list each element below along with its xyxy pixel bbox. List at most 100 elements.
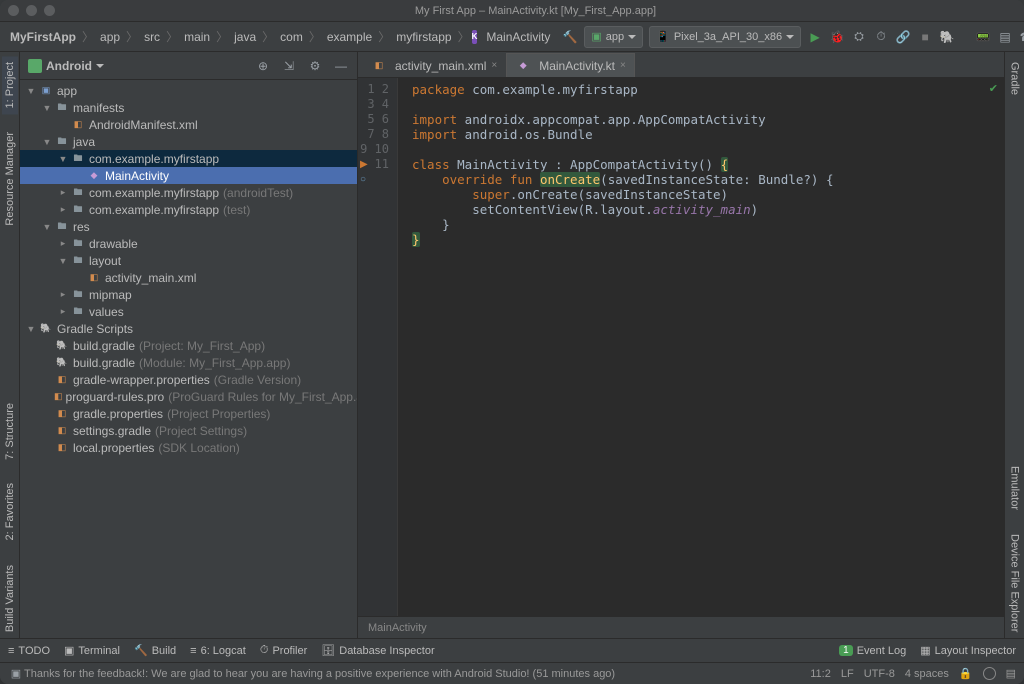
project-view-selector[interactable]: Android bbox=[28, 59, 104, 73]
tree-build-gradle-module[interactable]: 🐘build.gradle(Module: My_First_App.app) bbox=[20, 354, 357, 371]
readonly-icon[interactable]: 🔒 bbox=[959, 667, 973, 680]
attach-icon[interactable]: 🔗 bbox=[895, 29, 911, 45]
tree-manifests[interactable]: ▼🖿manifests bbox=[20, 99, 357, 116]
tree-mainactivity[interactable]: ◆MainActivity bbox=[20, 167, 357, 184]
left-tab-structure[interactable]: 7: Structure bbox=[2, 397, 18, 466]
tree-res[interactable]: ▼🖿res bbox=[20, 218, 357, 235]
crumb-src[interactable]: src bbox=[140, 30, 164, 44]
tool-layout-inspector[interactable]: ▦ Layout Inspector bbox=[920, 644, 1016, 657]
run-config-combo[interactable]: ▣app bbox=[584, 26, 643, 48]
right-tab-gradle[interactable]: Gradle bbox=[1007, 56, 1023, 101]
crumb-project[interactable]: MyFirstApp bbox=[6, 30, 80, 44]
close-icon[interactable]: × bbox=[620, 60, 626, 71]
tree-gradle-properties[interactable]: ◧gradle.properties(Project Properties) bbox=[20, 405, 357, 422]
right-tab-device-explorer[interactable]: Device File Explorer bbox=[1007, 528, 1023, 638]
left-tab-favorites[interactable]: 2: Favorites bbox=[2, 477, 18, 546]
tab-activity-main-xml[interactable]: ◧activity_main.xml× bbox=[362, 53, 506, 77]
tree-proguard[interactable]: ◧proguard-rules.pro(ProGuard Rules for M… bbox=[20, 388, 357, 405]
code-content[interactable]: package com.example.myfirstapp import an… bbox=[398, 78, 1004, 616]
tool-eventlog[interactable]: 1 Event Log bbox=[839, 645, 906, 657]
bottom-toolbar: ≡ TODO ▣ Terminal 🔨 Build ≡ 6: Logcat ⏱ … bbox=[0, 638, 1024, 662]
tree-pkg-androidtest[interactable]: ▸🖿com.example.myfirstapp(androidTest) bbox=[20, 184, 357, 201]
editor-breadcrumb[interactable]: MainActivity bbox=[358, 616, 1004, 638]
crumb-java[interactable]: java bbox=[230, 30, 260, 44]
sdk-icon[interactable]: ▤ bbox=[997, 29, 1013, 45]
project-tree[interactable]: ▼▣app ▼🖿manifests ◧AndroidManifest.xml ▼… bbox=[20, 80, 357, 638]
caret-position[interactable]: 11:2 bbox=[810, 668, 831, 680]
tool-database[interactable]: 🗄 Database Inspector bbox=[321, 644, 434, 657]
gutter-run-icons[interactable]: ▶ ○ bbox=[360, 82, 368, 187]
tree-activity-main-xml[interactable]: ◧activity_main.xml bbox=[20, 269, 357, 286]
min-dot[interactable] bbox=[26, 5, 37, 16]
collapse-icon[interactable]: ⇲ bbox=[281, 58, 297, 74]
left-tab-project[interactable]: 1: Project bbox=[2, 56, 18, 114]
device-icon[interactable]: ☎ bbox=[1019, 29, 1024, 45]
tree-pkg-main[interactable]: ▼🖿com.example.myfirstapp bbox=[20, 150, 357, 167]
device-combo-label: Pixel_3a_API_30_x86 bbox=[674, 31, 782, 43]
tree-local-properties[interactable]: ◧local.properties(SDK Location) bbox=[20, 439, 357, 456]
tool-todo[interactable]: ≡ TODO bbox=[8, 645, 50, 657]
tab-mainactivity-kt[interactable]: ◆MainActivity.kt× bbox=[506, 53, 635, 77]
left-tab-resmgr[interactable]: Resource Manager bbox=[2, 126, 18, 232]
tree-mipmap[interactable]: ▸🖿mipmap bbox=[20, 286, 357, 303]
tree-gradle-scripts[interactable]: ▼🐘Gradle Scripts bbox=[20, 320, 357, 337]
indent[interactable]: 4 spaces bbox=[905, 668, 949, 680]
left-tab-buildvar[interactable]: Build Variants bbox=[2, 559, 18, 638]
run-config-label: app bbox=[606, 31, 624, 43]
gear-icon[interactable]: ⚙ bbox=[307, 58, 323, 74]
tree-app[interactable]: ▼▣app bbox=[20, 82, 357, 99]
tree-drawable[interactable]: ▸🖿drawable bbox=[20, 235, 357, 252]
tree-java[interactable]: ▼🖿java bbox=[20, 133, 357, 150]
line-sep[interactable]: LF bbox=[841, 668, 854, 680]
tree-settings-gradle[interactable]: ◧settings.gradle(Project Settings) bbox=[20, 422, 357, 439]
nav-toolbar: MyFirstApp〉 app〉 src〉 main〉 java〉 com〉 e… bbox=[0, 22, 1024, 52]
encoding[interactable]: UTF-8 bbox=[864, 668, 895, 680]
window-title: My First App – MainActivity.kt [My_First… bbox=[55, 5, 1016, 17]
crumb-main[interactable]: main bbox=[180, 30, 214, 44]
tool-profiler[interactable]: ⏱ Profiler bbox=[260, 644, 307, 657]
locate-icon[interactable]: ⊕ bbox=[255, 58, 271, 74]
project-panel: Android ⊕ ⇲ ⚙ — ▼▣app ▼🖿manifests ◧Andro… bbox=[20, 52, 358, 638]
hammer-icon[interactable]: 🔨 bbox=[562, 29, 578, 45]
close-icon[interactable]: × bbox=[491, 60, 497, 71]
right-tab-emulator[interactable]: Emulator bbox=[1007, 460, 1023, 516]
crumb-app[interactable]: app bbox=[96, 30, 124, 44]
device-combo[interactable]: 📱Pixel_3a_API_30_x86 bbox=[649, 26, 801, 48]
right-tool-strip: Gradle Emulator Device File Explorer bbox=[1004, 52, 1024, 638]
tree-gradle-wrapper[interactable]: ◧gradle-wrapper.properties(Gradle Versio… bbox=[20, 371, 357, 388]
avd-icon[interactable]: 📟 bbox=[975, 29, 991, 45]
tree-androidmanifest[interactable]: ◧AndroidManifest.xml bbox=[20, 116, 357, 133]
status-tool-icon[interactable]: ▣ bbox=[8, 666, 24, 682]
coverage-icon[interactable]: ⛭ bbox=[851, 29, 867, 45]
profile-icon[interactable]: ⏱ bbox=[873, 29, 889, 45]
debug-icon[interactable]: 🐞 bbox=[829, 29, 845, 45]
status-bar: ▣ Thanks for the feedback!: We are glad … bbox=[0, 662, 1024, 684]
tasks-icon[interactable]: ▤ bbox=[1006, 667, 1016, 680]
crumb-example[interactable]: example bbox=[323, 30, 376, 44]
project-view-label: Android bbox=[46, 59, 92, 73]
crumb-pkg[interactable]: myfirstapp bbox=[392, 30, 455, 44]
stop-icon[interactable]: ■ bbox=[917, 29, 933, 45]
tree-layout[interactable]: ▼🖿layout bbox=[20, 252, 357, 269]
code-editor[interactable]: ▶ ○ 1 2 3 4 5 6 7 8 9 10 11 package com.… bbox=[358, 78, 1004, 616]
window-controls[interactable] bbox=[8, 5, 55, 16]
status-message: Thanks for the feedback!: We are glad to… bbox=[24, 668, 800, 680]
tool-build[interactable]: 🔨 Build bbox=[134, 644, 176, 657]
tool-terminal[interactable]: ▣ Terminal bbox=[64, 644, 120, 657]
run-icon[interactable]: ▶ bbox=[807, 29, 823, 45]
tree-pkg-test[interactable]: ▸🖿com.example.myfirstapp(test) bbox=[20, 201, 357, 218]
sync-icon[interactable]: 🐘 bbox=[939, 29, 955, 45]
hide-icon[interactable]: — bbox=[333, 58, 349, 74]
memory-icon[interactable] bbox=[983, 667, 996, 680]
left-tool-strip: 1: Project Resource Manager 7: Structure… bbox=[0, 52, 20, 638]
editor-tabs: ◧activity_main.xml× ◆MainActivity.kt× bbox=[358, 52, 1004, 78]
tool-logcat[interactable]: ≡ 6: Logcat bbox=[190, 645, 246, 657]
tree-values[interactable]: ▸🖿values bbox=[20, 303, 357, 320]
crumb-com[interactable]: com bbox=[276, 30, 307, 44]
titlebar: My First App – MainActivity.kt [My_First… bbox=[0, 0, 1024, 22]
close-dot[interactable] bbox=[8, 5, 19, 16]
crumb-class[interactable]: MainActivity bbox=[482, 30, 554, 44]
max-dot[interactable] bbox=[44, 5, 55, 16]
tree-build-gradle-project[interactable]: 🐘build.gradle(Project: My_First_App) bbox=[20, 337, 357, 354]
inspection-ok-icon[interactable]: ✔ bbox=[989, 82, 998, 95]
